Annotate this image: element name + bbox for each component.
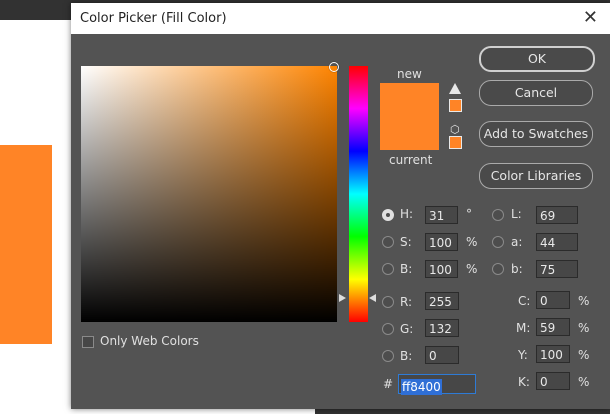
green-field[interactable]: 132	[425, 319, 459, 337]
unit-brightness: %	[466, 262, 478, 276]
ok-button[interactable]: OK	[479, 46, 595, 72]
label-brightness: B:	[400, 262, 413, 276]
label-lab-b: b:	[511, 262, 523, 276]
unit-black: %	[578, 375, 590, 389]
black-field[interactable]: 0	[536, 372, 570, 390]
color-libraries-button[interactable]: Color Libraries	[479, 163, 593, 189]
hue-field[interactable]: 31	[425, 206, 458, 224]
only-web-colors-label: Only Web Colors	[100, 334, 199, 348]
unit-hue: °	[466, 207, 472, 221]
add-to-swatches-button[interactable]: Add to Swatches	[479, 121, 593, 147]
label-cyan: C:	[518, 294, 531, 308]
blue-field[interactable]: 0	[425, 346, 459, 364]
cyan-field[interactable]: 0	[536, 291, 570, 309]
label-lab-a: a:	[511, 235, 523, 249]
label-red: R:	[400, 295, 413, 309]
color-picker-dialog: Color Picker (Fill Color) ✕ new current …	[71, 3, 610, 409]
unit-cyan: %	[578, 294, 590, 308]
label-black: K:	[518, 375, 530, 389]
label-saturation: S:	[400, 235, 412, 249]
label-yellow: Y:	[518, 348, 528, 362]
web-safe-swatch[interactable]	[449, 136, 462, 149]
radio-red[interactable]	[382, 296, 394, 308]
hue-slider-left-handle[interactable]	[339, 294, 346, 302]
saturation-field[interactable]: 100	[425, 233, 458, 251]
label-green: G:	[400, 322, 414, 336]
label-blue: B:	[400, 349, 413, 363]
close-icon[interactable]: ✕	[583, 7, 598, 28]
warning-triangle-icon[interactable]	[449, 83, 461, 94]
unit-magenta: %	[578, 321, 590, 335]
radio-lightness[interactable]	[492, 209, 504, 221]
radio-saturation[interactable]	[382, 236, 394, 248]
color-field[interactable]	[81, 66, 337, 322]
radio-green[interactable]	[382, 323, 394, 335]
current-color-swatch[interactable]	[380, 120, 439, 150]
radio-lab-a[interactable]	[492, 236, 504, 248]
label-hue: H:	[400, 207, 414, 221]
red-field[interactable]: 255	[425, 292, 459, 310]
brightness-field[interactable]: 100	[425, 260, 458, 278]
lab-a-field[interactable]: 44	[536, 233, 578, 251]
only-web-colors-checkbox[interactable]	[82, 336, 94, 348]
lab-l-field[interactable]: 69	[536, 206, 578, 224]
new-color-swatch	[380, 83, 439, 120]
radio-brightness[interactable]	[382, 263, 394, 275]
dialog-title: Color Picker (Fill Color)	[80, 11, 227, 26]
hex-label: #	[383, 377, 394, 391]
color-field-marker[interactable]	[329, 62, 339, 72]
radio-hue[interactable]	[382, 209, 394, 221]
magenta-field[interactable]: 59	[536, 318, 570, 336]
unit-yellow: %	[578, 348, 590, 362]
gamut-warning-swatch[interactable]	[449, 99, 462, 112]
hex-field[interactable]: ff8400	[398, 374, 476, 395]
label-lightness: L:	[511, 207, 522, 221]
new-label: new	[397, 67, 422, 81]
hue-slider[interactable]	[349, 66, 368, 322]
hex-value: ff8400	[401, 379, 442, 395]
lab-b-field[interactable]: 75	[536, 260, 578, 278]
yellow-field[interactable]: 100	[536, 345, 570, 363]
current-label: current	[389, 153, 433, 167]
canvas-orange-shape	[0, 145, 52, 344]
radio-blue[interactable]	[382, 350, 394, 362]
hue-slider-right-handle[interactable]	[369, 294, 376, 302]
unit-saturation: %	[466, 235, 478, 249]
cancel-button[interactable]: Cancel	[479, 80, 593, 106]
cube-icon[interactable]: ⬡	[450, 123, 460, 136]
label-magenta: M:	[516, 321, 531, 335]
radio-lab-b[interactable]	[492, 263, 504, 275]
dialog-titlebar: Color Picker (Fill Color) ✕	[71, 3, 610, 34]
